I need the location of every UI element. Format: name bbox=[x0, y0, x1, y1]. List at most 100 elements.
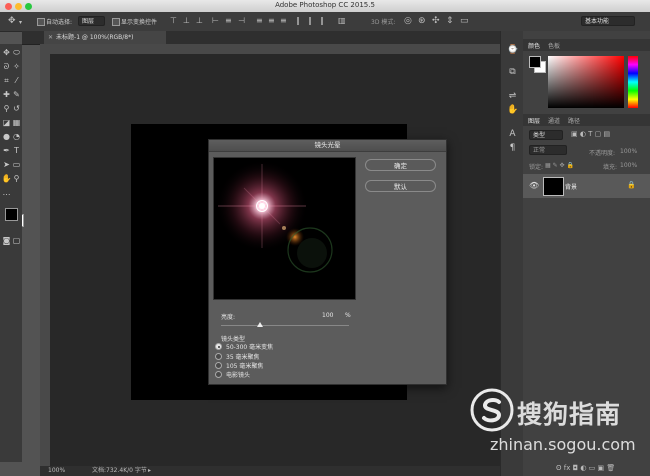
tools-panel: ✥ ⬭ ᘐ ✧ ⌗ ⁄ ✚ ✎ ⚲ ↺ ◪ ▦ ● ◔ ✒ T ➤ ▭ ✋ ⚲ … bbox=[0, 44, 24, 462]
move-tool-icon[interactable]: ✥ bbox=[8, 16, 16, 26]
lens-option-label: 105 毫米聚焦 bbox=[226, 363, 264, 370]
screen-mode-icon[interactable]: ▢ bbox=[11, 236, 22, 246]
status-arrow-icon[interactable]: ▸ bbox=[148, 466, 151, 476]
3d-orbit-icon[interactable]: ◎ bbox=[404, 16, 412, 26]
radio-lens-movie[interactable] bbox=[215, 371, 222, 378]
3d-slide-icon[interactable]: ⇕ bbox=[446, 16, 454, 26]
layers-panel-tabs: 图层 通道 路径 bbox=[523, 114, 650, 126]
layer-footer-icons[interactable]: ʘ fx ◘ ◐ ▭ ▣ 🗑 bbox=[556, 464, 615, 472]
align-left-icon[interactable]: ⊢ bbox=[212, 16, 219, 26]
history-brush-tool-icon[interactable]: ↺ bbox=[11, 104, 22, 114]
brightness-unit: % bbox=[345, 312, 351, 319]
ok-button[interactable]: 确定 bbox=[365, 159, 436, 171]
blend-mode-dropdown[interactable]: 正常 bbox=[529, 145, 567, 155]
layer-filter-icons[interactable]: ▣ ◐ T ▢ ▤ bbox=[571, 130, 610, 138]
align-bottom-icon[interactable]: ⊥ bbox=[196, 16, 203, 26]
distribute-top-icon[interactable]: ≡ bbox=[256, 16, 263, 26]
history-panel-icon[interactable]: ⌚ bbox=[507, 45, 518, 55]
chevron-down-icon[interactable]: ▾ bbox=[19, 18, 22, 28]
lens-option-label: 50-300 毫米变焦 bbox=[226, 344, 274, 351]
align-top-icon[interactable]: ⊤ bbox=[170, 16, 177, 26]
3d-pan-icon[interactable]: ✣ bbox=[432, 16, 440, 26]
document-tab-bar: ✕ 未标题-1 @ 100%(RGB/8*) bbox=[22, 31, 500, 45]
lens-option-label: 电影镜头 bbox=[226, 372, 251, 379]
tab-close-icon[interactable]: ✕ bbox=[48, 34, 53, 41]
show-transform-label: 显示变换控件 bbox=[121, 19, 158, 26]
lock-icon: 🔒 bbox=[627, 181, 636, 189]
show-transform-checkbox[interactable] bbox=[112, 18, 120, 26]
type-tool-icon[interactable]: T bbox=[11, 146, 22, 156]
zoom-level[interactable]: 100% bbox=[48, 466, 65, 476]
color-fg-swatch[interactable] bbox=[529, 56, 541, 68]
app-title: Adobe Photoshop CC 2015.5 bbox=[275, 1, 375, 9]
tab-color[interactable]: 颜色 bbox=[528, 41, 540, 50]
more-tools-icon[interactable]: ⋯ bbox=[1, 190, 12, 200]
eye-icon[interactable]: 👁 bbox=[529, 181, 539, 190]
brightness-label: 亮度: bbox=[221, 314, 236, 321]
layer-kind-filter[interactable]: 类型 bbox=[529, 130, 563, 140]
tab-paths[interactable]: 路径 bbox=[568, 116, 580, 125]
distribute-left-icon[interactable]: ‖ bbox=[296, 16, 300, 26]
brush-panel-icon[interactable]: ✋ bbox=[507, 105, 518, 115]
radio-lens-105[interactable] bbox=[215, 362, 222, 369]
radio-lens-50-300[interactable] bbox=[215, 343, 222, 350]
color-panel-tabs: 颜色 色板 bbox=[523, 39, 650, 51]
brightness-slider-track[interactable] bbox=[221, 325, 349, 326]
brush-tool-icon[interactable]: ✎ bbox=[11, 90, 22, 100]
opacity-value[interactable]: 100% bbox=[620, 148, 637, 155]
watermark-brand: 搜狗指南 bbox=[517, 400, 622, 429]
document-tab[interactable]: ✕ 未标题-1 @ 100%(RGB/8*) bbox=[44, 31, 166, 44]
color-field[interactable] bbox=[548, 56, 624, 108]
kind-filter-label: 类型 bbox=[533, 132, 546, 139]
eyedropper-tool-icon[interactable]: ⁄ bbox=[11, 76, 22, 86]
adjustments-panel-icon[interactable]: ⇌ bbox=[507, 91, 518, 101]
align-right-icon[interactable]: ⊣ bbox=[238, 16, 245, 26]
lock-icons[interactable]: ▦ ✎ ✥ 🔒 bbox=[545, 162, 574, 169]
foreground-color-swatch[interactable] bbox=[5, 208, 18, 221]
hue-slider[interactable] bbox=[628, 56, 638, 108]
marquee-tool-icon[interactable]: ⬭ bbox=[11, 48, 22, 58]
dodge-tool-icon[interactable]: ◔ bbox=[11, 132, 22, 142]
align-vcenter-icon[interactable]: ⊥ bbox=[183, 16, 190, 26]
layer-row[interactable]: 👁 背景 🔒 bbox=[523, 174, 650, 198]
auto-select-dropdown[interactable]: 图层 bbox=[78, 16, 105, 26]
lens-option-label: 35 毫米聚焦 bbox=[226, 354, 260, 361]
lock-label: 锁定: bbox=[529, 164, 544, 171]
3d-roll-icon[interactable]: ⊛ bbox=[418, 16, 426, 26]
lens-flare-dialog: 镜头光晕 确定 默认 亮度: 100 % 镜头类型 50-300 毫米变焦 35… bbox=[208, 139, 447, 385]
distribute-vcenter-icon[interactable]: ≡ bbox=[268, 16, 275, 26]
distribute-bottom-icon[interactable]: ≡ bbox=[280, 16, 287, 26]
tab-swatches[interactable]: 色板 bbox=[548, 41, 560, 50]
align-hcenter-icon[interactable]: ≡ bbox=[225, 16, 232, 26]
paragraph-panel-icon[interactable]: ¶ bbox=[507, 143, 518, 153]
dialog-title: 镜头光晕 bbox=[209, 140, 446, 152]
brightness-slider-handle[interactable] bbox=[257, 322, 263, 327]
auto-select-checkbox[interactable] bbox=[37, 18, 45, 26]
document-tab-label: 未标题-1 @ 100%(RGB/8*) bbox=[56, 34, 134, 41]
zoom-tool-icon[interactable]: ⚲ bbox=[11, 174, 22, 184]
character-panel-icon[interactable]: A bbox=[507, 129, 518, 139]
3d-scale-icon[interactable]: ▭ bbox=[460, 16, 469, 26]
auto-align-icon[interactable]: ▥ bbox=[338, 16, 346, 26]
distribute-hcenter-icon[interactable]: ‖ bbox=[308, 16, 312, 26]
gradient-tool-icon[interactable]: ▦ bbox=[11, 118, 22, 128]
workspace-dropdown[interactable]: 基本功能 bbox=[581, 16, 635, 26]
auto-select-label: 自动选择: bbox=[46, 19, 73, 26]
radio-lens-35[interactable] bbox=[215, 353, 222, 360]
flare-preview[interactable] bbox=[213, 157, 356, 300]
layer-thumbnail bbox=[543, 177, 564, 196]
fill-value[interactable]: 100% bbox=[620, 162, 637, 169]
tab-layers[interactable]: 图层 bbox=[528, 116, 540, 125]
reset-button[interactable]: 默认 bbox=[365, 180, 436, 192]
shape-tool-icon[interactable]: ▭ bbox=[11, 160, 22, 170]
distribute-right-icon[interactable]: ‖ bbox=[320, 16, 324, 26]
doc-info[interactable]: 文档:732.4K/0 字节 bbox=[92, 466, 147, 476]
watermark-url: zhinan.sogou.com bbox=[490, 435, 636, 454]
brightness-value[interactable]: 100 bbox=[322, 312, 333, 319]
properties-panel-icon[interactable]: ⧉ bbox=[507, 67, 518, 77]
status-bar: 100% 文档:732.4K/0 字节 ▸ bbox=[40, 466, 500, 476]
layer-name[interactable]: 背景 bbox=[565, 182, 577, 191]
sogou-logo-icon bbox=[470, 388, 514, 432]
tab-channels[interactable]: 通道 bbox=[548, 116, 560, 125]
magic-wand-tool-icon[interactable]: ✧ bbox=[11, 62, 22, 72]
